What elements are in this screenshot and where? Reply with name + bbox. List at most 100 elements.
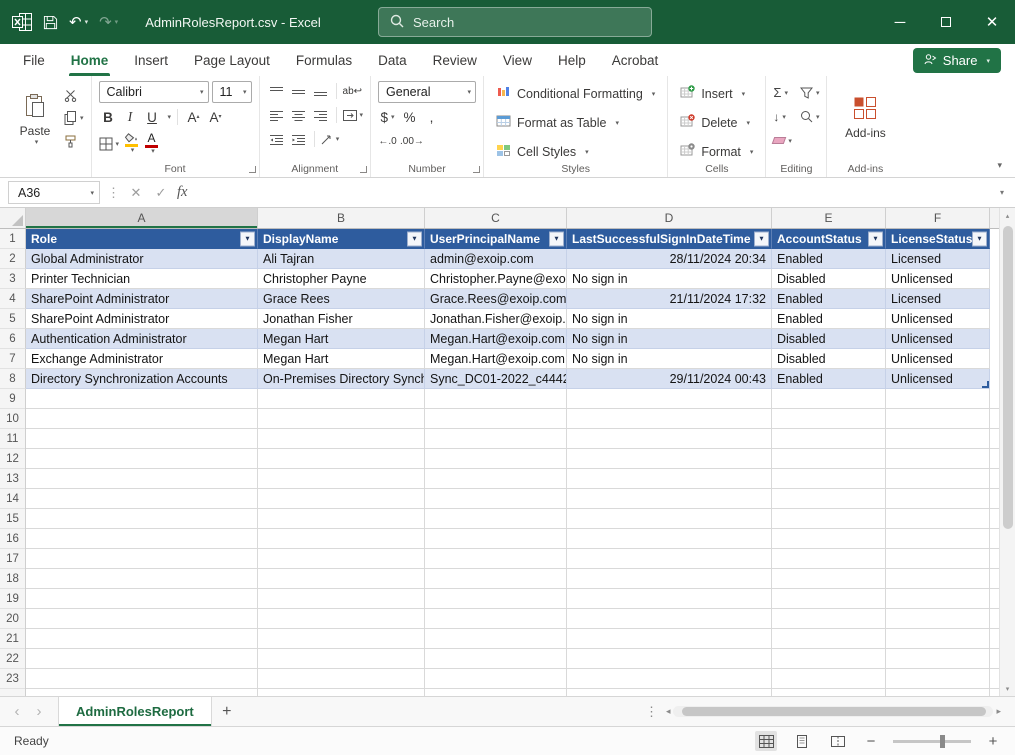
cut-button[interactable]: [64, 86, 84, 104]
cell-display-name[interactable]: Christopher Payne: [258, 269, 425, 289]
cell-account-status[interactable]: Enabled: [772, 289, 886, 309]
cell-last-sign-in[interactable]: 29/11/2024 00:43: [567, 369, 772, 389]
page-layout-view-button[interactable]: [791, 731, 813, 751]
page-break-view-button[interactable]: [827, 731, 849, 751]
cell-display-name[interactable]: Grace Rees: [258, 289, 425, 309]
row-header[interactable]: 1: [0, 229, 26, 249]
cell-upn[interactable]: admin@exoip.com: [425, 249, 567, 269]
cell-license-status[interactable]: Unlicensed: [886, 349, 990, 369]
row-header[interactable]: 16: [0, 529, 25, 549]
column-header-d[interactable]: D: [567, 208, 772, 228]
cell-last-sign-in[interactable]: No sign in: [567, 269, 772, 289]
italic-button[interactable]: I: [121, 107, 140, 127]
top-align-button[interactable]: [267, 81, 286, 101]
ribbon-tab-formulas[interactable]: Formulas: [283, 44, 365, 76]
cell-account-status[interactable]: Enabled: [772, 249, 886, 269]
row-header[interactable]: 5: [0, 309, 26, 329]
cell-role[interactable]: Directory Synchronization Accounts: [26, 369, 258, 389]
row-header[interactable]: 7: [0, 349, 26, 369]
autosum-button[interactable]: Σ▾: [773, 82, 792, 103]
select-all-button[interactable]: [0, 208, 26, 228]
undo-button[interactable]: ↶▾: [69, 13, 88, 31]
decrease-indent-button[interactable]: [267, 129, 286, 149]
cell-display-name[interactable]: Megan Hart: [258, 349, 425, 369]
row-header[interactable]: 2: [0, 249, 26, 269]
cell-role[interactable]: Global Administrator: [26, 249, 258, 269]
ribbon-tab-home[interactable]: Home: [58, 44, 122, 76]
horizontal-scroll-thumb[interactable]: [682, 707, 986, 716]
expand-formula-bar-button[interactable]: ▾: [1000, 188, 1007, 197]
fill-button[interactable]: ↓▾: [773, 106, 792, 127]
ribbon-tab-insert[interactable]: Insert: [121, 44, 181, 76]
share-button[interactable]: Share ▾: [913, 48, 1001, 73]
column-header-a[interactable]: A: [26, 208, 258, 228]
row-header[interactable]: 23: [0, 669, 25, 689]
ribbon-tab-view[interactable]: View: [490, 44, 545, 76]
cell-role[interactable]: SharePoint Administrator: [26, 309, 258, 329]
cell-license-status[interactable]: Unlicensed: [886, 329, 990, 349]
row-header[interactable]: 11: [0, 429, 25, 449]
header-cell-lastsignin[interactable]: LastSuccessfulSignInDateTime▾: [567, 229, 772, 249]
font-color-button[interactable]: A▾: [143, 131, 160, 156]
row-header[interactable]: 4: [0, 289, 26, 309]
row-header[interactable]: 10: [0, 409, 25, 429]
vertical-scrollbar[interactable]: ▴ ▾: [999, 208, 1015, 696]
find-select-button[interactable]: ▾: [800, 106, 820, 127]
wrap-text-button[interactable]: ab↩: [343, 81, 363, 101]
row-header[interactable]: 6: [0, 329, 26, 349]
paste-button[interactable]: Paste ▾: [11, 81, 59, 157]
normal-view-button[interactable]: [755, 731, 777, 751]
name-box[interactable]: A36▾: [8, 181, 100, 204]
percent-style-button[interactable]: %: [400, 107, 419, 127]
row-header[interactable]: 22: [0, 649, 25, 669]
scroll-left-arrow[interactable]: ◂: [666, 706, 671, 717]
header-cell-upn[interactable]: UserPrincipalName▾: [425, 229, 567, 249]
row-header[interactable]: 20: [0, 609, 25, 629]
cell-role[interactable]: Authentication Administrator: [26, 329, 258, 349]
align-left-button[interactable]: [267, 105, 286, 125]
sheet-nav-left-arrow[interactable]: ‹: [6, 704, 28, 719]
cell-upn[interactable]: Grace.Rees@exoip.com: [425, 289, 567, 309]
horizontal-scroll-track[interactable]: [673, 706, 993, 717]
cell-license-status[interactable]: Unlicensed: [886, 269, 990, 289]
row-header[interactable]: 12: [0, 449, 25, 469]
cell-upn[interactable]: Megan.Hart@exoip.com: [425, 329, 567, 349]
ribbon-tab-acrobat[interactable]: Acrobat: [599, 44, 672, 76]
ribbon-tab-file[interactable]: File: [10, 44, 58, 76]
search-box[interactable]: Search: [378, 7, 652, 37]
cell-last-sign-in[interactable]: No sign in: [567, 349, 772, 369]
column-header-f[interactable]: F: [886, 208, 990, 228]
align-center-button[interactable]: [289, 105, 308, 125]
cell-last-sign-in[interactable]: No sign in: [567, 309, 772, 329]
increase-decimal-button[interactable]: ←.0: [378, 131, 397, 151]
add-ins-button[interactable]: Add-ins: [834, 81, 896, 155]
comma-style-button[interactable]: ,: [422, 107, 441, 127]
zoom-slider[interactable]: [893, 740, 971, 743]
formula-input[interactable]: [194, 181, 993, 204]
conditional-formatting-button[interactable]: Conditional Formatting ▾: [491, 81, 660, 106]
font-size-select[interactable]: 11▾: [212, 81, 252, 103]
row-header[interactable]: 9: [0, 389, 25, 409]
cell-account-status[interactable]: Disabled: [772, 329, 886, 349]
cell-last-sign-in[interactable]: 28/11/2024 20:34: [567, 249, 772, 269]
font-name-select[interactable]: Calibri▾: [99, 81, 209, 103]
scroll-up-arrow[interactable]: ▴: [1000, 208, 1015, 223]
zoom-out-button[interactable]: −: [863, 733, 879, 750]
sheet-tab-adminrolesreport[interactable]: AdminRolesReport: [58, 697, 212, 726]
cell-last-sign-in[interactable]: No sign in: [567, 329, 772, 349]
orientation-button[interactable]: ▾: [321, 129, 340, 149]
filter-button-displayname[interactable]: ▾: [407, 231, 422, 246]
format-cells-button[interactable]: Format ▾: [675, 139, 758, 164]
cell-account-status[interactable]: Enabled: [772, 369, 886, 389]
header-cell-displayname[interactable]: DisplayName▾: [258, 229, 425, 249]
formula-bar-splitter[interactable]: ⋮: [107, 185, 120, 201]
cell-last-sign-in[interactable]: 21/11/2024 17:32: [567, 289, 772, 309]
redo-button[interactable]: ↷▾: [99, 13, 118, 31]
cancel-entry-button[interactable]: ✕: [127, 185, 145, 201]
clear-button[interactable]: ▾: [773, 130, 792, 151]
insert-function-button[interactable]: fx: [177, 184, 187, 201]
minimize-button[interactable]: ─: [877, 0, 923, 44]
row-header[interactable]: 19: [0, 589, 25, 609]
ribbon-tab-data[interactable]: Data: [365, 44, 420, 76]
sort-filter-button[interactable]: ▾: [800, 82, 820, 103]
